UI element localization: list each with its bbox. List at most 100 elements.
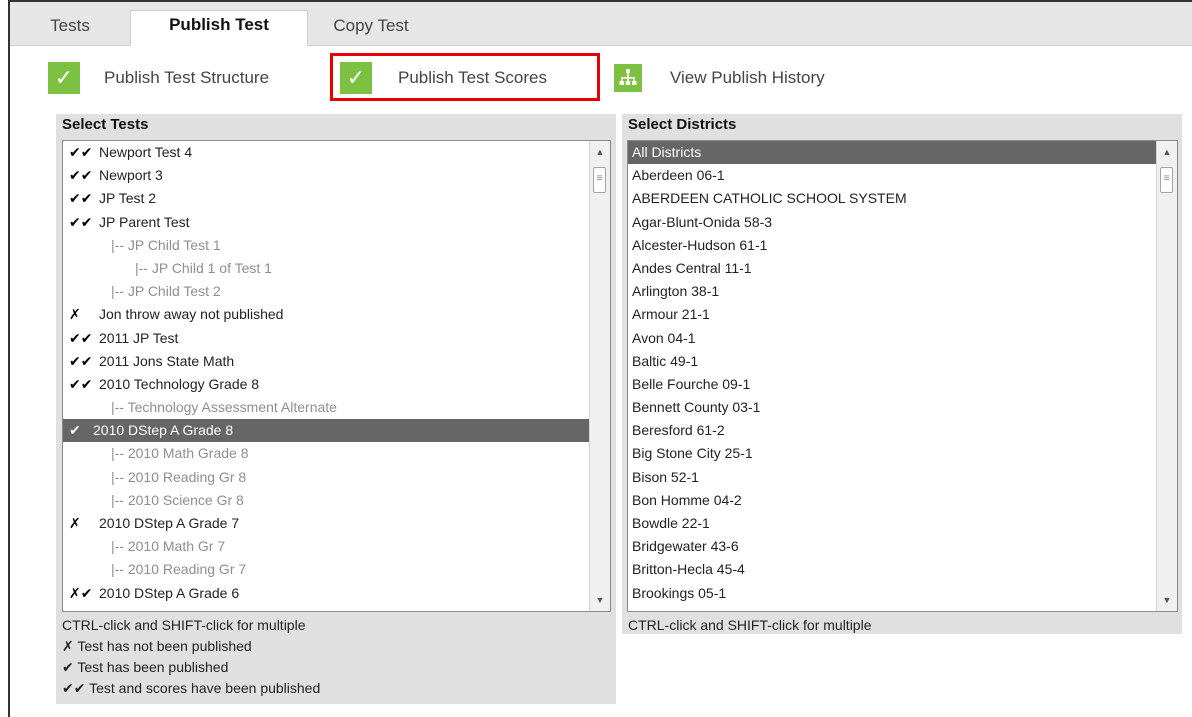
test-label: |-- 2010 Reading Gr 8: [111, 468, 247, 485]
districts-multiselect-hint: CTRL-click and SHIFT-click for multiple: [628, 617, 872, 633]
district-list-item[interactable]: Bowdle 22-1: [628, 512, 1159, 535]
test-label: 2010 DStep A Grade 7: [99, 515, 240, 531]
hierarchy-icon: [614, 64, 642, 92]
publish-status-mark: ✔✔: [69, 352, 93, 369]
test-list-item[interactable]: ✗ Jon throw away not published: [63, 303, 610, 326]
checkmark-icon: ✓: [48, 62, 80, 94]
district-list-item[interactable]: Avon 04-1: [628, 327, 1159, 350]
district-list-item[interactable]: Andes Central 11-1: [628, 257, 1159, 280]
scroll-thumb[interactable]: ≡: [593, 167, 606, 193]
district-list-item[interactable]: Baltic 49-1: [628, 350, 1159, 373]
tests-listbox[interactable]: ✔✔ Newport Test 4 ✔✔ Newport 3 ✔✔ JP Test 2 ✔✔…: [62, 140, 611, 612]
publish-status-mark: ✔✔: [69, 144, 93, 160]
district-list-item[interactable]: Beresford 61-2: [628, 419, 1159, 442]
district-list-item[interactable]: Armour 21-1: [628, 303, 1159, 326]
test-list-item[interactable]: |-- JP Child 1 of Test 1: [63, 257, 610, 280]
test-list-item[interactable]: ✔✔ JP Parent Test: [63, 211, 610, 234]
test-list-item[interactable]: ✗✔ 2010 DStep A Grade 6: [63, 582, 610, 605]
publish-status-mark: ✔✔: [69, 329, 93, 346]
test-label: 2010 Technology Grade 8: [99, 375, 260, 392]
publish-status-mark: ✗✔: [69, 584, 93, 601]
test-label: |-- 2010 Math Gr 7: [111, 538, 226, 555]
test-label: |-- JP Child 1 of Test 1: [135, 259, 272, 276]
tests-scrollbar[interactable]: ▲ ≡ ▼: [589, 141, 610, 611]
district-list-item[interactable]: Alcester-Hudson 61-1: [628, 234, 1159, 257]
test-label: 2011 JP Test: [99, 329, 179, 346]
select-districts-title: Select Districts: [628, 116, 737, 133]
publish-status-mark: ✔✔: [69, 213, 93, 230]
test-list-item[interactable]: |-- 2010 Math Gr 7: [63, 535, 610, 558]
publish-status-mark: ✗: [69, 515, 81, 531]
highlight-box: [330, 53, 600, 101]
test-label: JP Test 2: [99, 190, 157, 207]
test-list-item[interactable]: ✔✔ 2011 Jons State Math: [63, 350, 610, 373]
test-list-item[interactable]: ✔ 2010 DStep A Grade 8: [63, 419, 610, 443]
tests-multiselect-hint: CTRL-click and SHIFT-click for multiple: [62, 617, 306, 633]
district-list-item[interactable]: Bennett County 03-1: [628, 396, 1159, 419]
test-list-item[interactable]: |-- JP Child Test 2: [63, 280, 610, 303]
tab-publish-test[interactable]: Publish Test: [130, 10, 308, 46]
district-list-item[interactable]: Britton-Hecla 45-4: [628, 558, 1159, 581]
district-list-item[interactable]: Aberdeen 06-1: [628, 164, 1159, 187]
test-label: |-- JP Child Test 2: [111, 283, 221, 300]
district-list-item[interactable]: Bridgewater 43-6: [628, 535, 1159, 558]
test-list-item[interactable]: |-- 2010 Reading Gr 7: [63, 558, 610, 581]
test-label: Newport 3: [99, 167, 163, 184]
action-bar: ✓ Publish Test Structure ✓ Publish Test …: [10, 46, 1192, 108]
test-label: 2010 DStep A Grade 8: [93, 422, 234, 439]
test-label: Jon throw away not published: [99, 306, 284, 323]
test-label: |-- 2010 Math Grade 8: [111, 445, 249, 462]
test-list-item[interactable]: ✔✔ 2011 JP Test: [63, 327, 610, 350]
test-label: |-- 2010 Reading Gr 7: [111, 561, 247, 578]
tab-copy-test[interactable]: Copy Test: [316, 12, 426, 45]
publish-test-structure-label: Publish Test Structure: [104, 68, 270, 87]
test-list-item[interactable]: ✔✔ Newport 3: [63, 164, 610, 187]
view-publish-history-label: View Publish History: [670, 68, 825, 87]
district-list-item[interactable]: ABERDEEN CATHOLIC SCHOOL SYSTEM: [628, 187, 1159, 210]
view-publish-history-button[interactable]: View Publish History: [614, 61, 825, 95]
scroll-up-icon[interactable]: ▲: [590, 143, 610, 161]
tests-legend: ✗ Test has not been published ✔ Test has…: [56, 636, 616, 699]
district-list-item[interactable]: All Districts: [628, 141, 1159, 165]
test-label: |-- Technology Assessment Alternate: [111, 399, 337, 416]
select-tests-title: Select Tests: [62, 116, 149, 133]
test-label: |-- 2010 Science Gr 8: [111, 491, 244, 508]
scroll-down-icon[interactable]: ▼: [590, 591, 610, 609]
test-label: Newport Test 4: [99, 144, 193, 160]
scroll-down-icon[interactable]: ▼: [1157, 591, 1177, 609]
test-list-item[interactable]: |-- 2010 Science Gr 8: [63, 489, 610, 512]
test-list-item[interactable]: |-- 2010 Math Grade 8: [63, 442, 610, 465]
districts-scrollbar[interactable]: ▲ ≡ ▼: [1156, 141, 1177, 611]
scroll-up-icon[interactable]: ▲: [1157, 143, 1177, 161]
test-list-item[interactable]: ✔✔ JP Test 2: [63, 187, 610, 210]
publish-test-structure-button[interactable]: ✓ Publish Test Structure: [48, 61, 269, 95]
district-list-item[interactable]: Belle Fourche 09-1: [628, 373, 1159, 396]
districts-list: All Districts Aberdeen 06-1 ABERDEEN CATHO…: [628, 141, 1177, 605]
tab-tests[interactable]: Tests: [30, 12, 110, 45]
district-list-item[interactable]: Arlington 38-1: [628, 280, 1159, 303]
test-label: |-- JP Child Test 1: [111, 236, 221, 253]
test-list-item[interactable]: ✔✔ Newport Test 4: [63, 141, 610, 164]
scroll-thumb[interactable]: ≡: [1160, 167, 1173, 193]
test-label: 2010 DStep A Grade 6: [99, 584, 240, 601]
legend-scores-published: ✔✔ Test and scores have been published: [62, 680, 321, 696]
district-list-item[interactable]: Brookings 05-1: [628, 582, 1159, 605]
test-label: 2011 Jons State Math: [99, 352, 235, 369]
test-list-item[interactable]: ✗ 2010 DStep A Grade 7: [63, 512, 610, 535]
district-list-item[interactable]: Agar-Blunt-Onida 58-3: [628, 211, 1159, 234]
district-list-item[interactable]: Big Stone City 25-1: [628, 442, 1159, 465]
test-list-item[interactable]: |-- 2010 Reading Gr 8: [63, 466, 610, 489]
district-list-item[interactable]: Bon Homme 04-2: [628, 489, 1159, 512]
publish-status-mark: ✗: [69, 306, 81, 323]
test-list-item[interactable]: |-- JP Child Test 1: [63, 234, 610, 257]
districts-listbox[interactable]: All Districts Aberdeen 06-1 ABERDEEN CATHO…: [627, 140, 1178, 612]
test-list-item[interactable]: |-- Technology Assessment Alternate: [63, 396, 610, 419]
publish-status-mark: ✔✔: [69, 190, 93, 207]
district-list-item[interactable]: Bison 52-1: [628, 466, 1159, 489]
tests-list: ✔✔ Newport Test 4 ✔✔ Newport 3 ✔✔ JP Test 2 ✔✔…: [63, 141, 610, 605]
test-list-item[interactable]: ✔✔ 2010 Technology Grade 8: [63, 373, 610, 396]
publish-status-mark: ✔✔: [69, 375, 93, 392]
publish-status-mark: ✔: [69, 422, 81, 439]
tab-bar: Tests Publish Test Copy Test: [10, 2, 1192, 46]
test-label: JP Parent Test: [99, 213, 190, 230]
